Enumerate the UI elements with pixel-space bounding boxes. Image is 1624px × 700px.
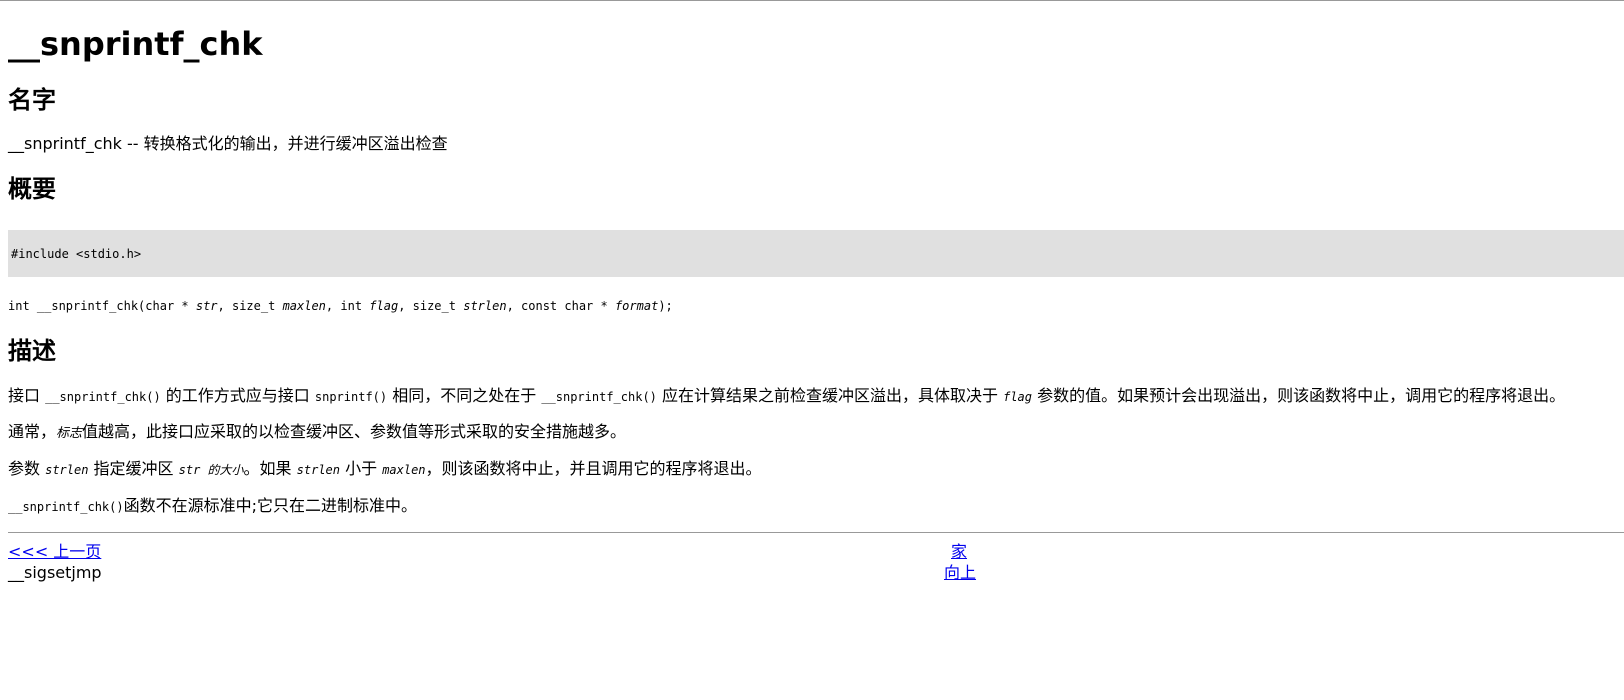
desc-text: 的工作方式应与接口 xyxy=(160,386,315,405)
desc-text: 相同，不同之处在于 xyxy=(387,386,542,405)
param-str: str xyxy=(195,299,218,313)
desc-text: 参数的值。如果预计会出现溢出，则该函数将中止，调用它的程序将退出。 xyxy=(1032,386,1566,405)
name-section-heading: 名字 xyxy=(8,86,56,114)
desc-text: 值越高，此接口应采取的以检查缓冲区、参数值等形式采取的安全措施越多。 xyxy=(82,422,627,441)
param-strlen: strlen xyxy=(463,299,507,313)
name-section-text: __snprintf_chk -- 转换格式化的输出，并进行缓冲区溢出检查 xyxy=(8,134,448,153)
include-code-block: #include <stdio.h> xyxy=(8,230,1624,277)
footer-rule xyxy=(8,532,1624,533)
prototype-text: , size_t xyxy=(217,299,283,313)
prev-page-link[interactable]: <<< 上一页 xyxy=(8,542,101,562)
home-link[interactable]: 家 xyxy=(951,542,967,562)
desc-code: __snprintf_chk() xyxy=(541,390,657,404)
prototype-text: , int xyxy=(325,299,370,313)
prototype-text: ); xyxy=(658,299,673,313)
prototype-text: , size_t xyxy=(398,299,464,313)
description-section-heading: 描述 xyxy=(8,337,56,365)
param-format: format xyxy=(614,299,659,313)
synopsis-section-heading: 概要 xyxy=(8,175,56,203)
top-rule xyxy=(0,0,1624,1)
desc-text: 应在计算结果之前检查缓冲区溢出，具体取决于 xyxy=(656,386,1004,405)
prototype-text: int __snprintf_chk(char * xyxy=(8,299,196,313)
desc-code: __snprintf_chk() xyxy=(8,500,124,514)
function-prototype: int __snprintf_chk(char * str, size_t ma… xyxy=(8,297,673,315)
desc-emphasis: 标志 xyxy=(56,426,83,441)
desc-text: 接口 xyxy=(8,386,46,405)
page-title: __snprintf_chk xyxy=(8,25,263,63)
desc-text: 指定缓冲区 xyxy=(88,459,179,478)
desc-text: 。如果 xyxy=(243,459,297,478)
desc-text: ，则该函数将中止，并且调用它的程序将退出。 xyxy=(425,459,762,478)
desc-text: 通常， xyxy=(8,422,57,441)
desc-text: 函数不在源标准中;它只在二进制标准中。 xyxy=(123,496,417,515)
description-paragraph-1: 接口 __snprintf_chk() 的工作方式应与接口 snprintf()… xyxy=(8,385,1565,408)
description-paragraph-4: __snprintf_chk()函数不在源标准中;它只在二进制标准中。 xyxy=(8,495,417,518)
desc-code: strlen xyxy=(296,463,340,477)
desc-code: str 的大小 xyxy=(178,463,244,477)
desc-code: __snprintf_chk() xyxy=(45,390,161,404)
prototype-text: , const char * xyxy=(506,299,615,313)
description-paragraph-3: 参数 strlen 指定缓冲区 str 的大小。如果 strlen 小于 max… xyxy=(8,458,762,481)
param-maxlen: maxlen xyxy=(282,299,326,313)
include-directive: #include <stdio.h> xyxy=(11,247,142,261)
desc-text: 参数 xyxy=(8,459,46,478)
param-flag: flag xyxy=(369,299,399,313)
desc-code: strlen xyxy=(45,463,89,477)
desc-text: 小于 xyxy=(340,459,383,478)
up-link[interactable]: 向上 xyxy=(944,563,976,583)
desc-code: snprintf() xyxy=(314,390,388,404)
desc-code: flag xyxy=(1003,390,1032,404)
prev-page-title: __sigsetjmp xyxy=(8,563,102,582)
desc-code: maxlen xyxy=(382,463,426,477)
description-paragraph-2: 通常，标志值越高，此接口应采取的以检查缓冲区、参数值等形式采取的安全措施越多。 xyxy=(8,421,626,445)
